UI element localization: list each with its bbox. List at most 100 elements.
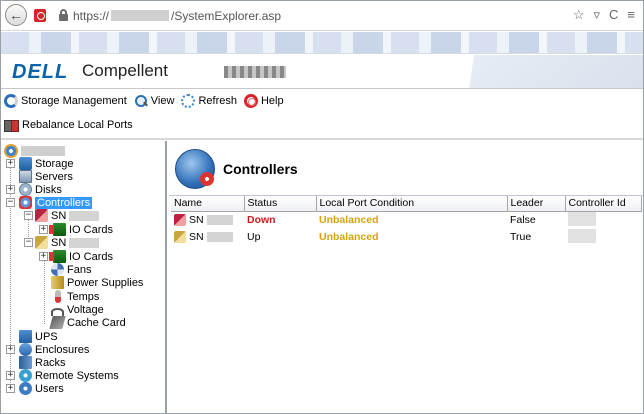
cell-controller-id — [565, 228, 641, 246]
tree-item-users[interactable]: Users — [19, 382, 64, 395]
rack-icon — [19, 356, 32, 369]
bookmarks-bar-redacted — [1, 32, 643, 54]
expand-users-icon[interactable]: + — [6, 384, 15, 393]
tree-item-label: SN — [51, 236, 67, 249]
table-row[interactable]: SN Up Unbalanced True — [171, 228, 641, 246]
tree-item-servers[interactable]: Servers — [19, 170, 73, 183]
thermometer-icon — [55, 290, 61, 303]
back-arrow-icon[interactable]: ← — [5, 4, 27, 26]
tree-item-racks[interactable]: Racks — [19, 356, 66, 369]
redacted-system-name — [224, 66, 286, 78]
banner-swoosh-secondary — [413, 55, 643, 88]
disks-icon — [19, 183, 32, 196]
tree-item-io-cards-sn2[interactable]: IO Cards — [49, 250, 113, 263]
help-label: Help — [260, 95, 284, 107]
tree-item-power-supplies[interactable]: Power Supplies — [51, 276, 143, 289]
view-label: View — [150, 95, 175, 107]
column-header-name[interactable]: Name — [171, 196, 245, 212]
tree-guide — [44, 252, 45, 324]
remote-systems-icon — [19, 369, 32, 382]
table-row[interactable]: SN Down Unbalanced False — [171, 211, 641, 229]
column-header-local-port-condition[interactable]: Local Port Condition — [316, 196, 508, 212]
tree-item-enclosures[interactable]: Enclosures — [19, 343, 89, 356]
redacted-serial — [69, 237, 100, 248]
fan-icon — [51, 263, 64, 276]
site-favicon-icon — [34, 9, 46, 22]
expand-iocards2-icon[interactable]: + — [39, 252, 48, 261]
tree-item-label: Cache Card — [67, 316, 126, 329]
tree-item-label: Remote Systems — [35, 369, 119, 382]
panel-header: Controllers — [169, 141, 643, 196]
controller-toolbar: Rebalance Local Ports — [1, 115, 643, 135]
magnifier-icon — [134, 94, 148, 108]
redacted-serial — [69, 210, 100, 221]
tree-item-voltage[interactable]: Voltage — [51, 303, 104, 316]
tree-item-temps[interactable]: Temps — [51, 290, 99, 303]
io-card-icon — [49, 223, 66, 236]
refresh-button[interactable]: Refresh — [181, 94, 237, 108]
lock-icon — [59, 9, 68, 21]
dropdown-icon[interactable]: ▿ — [593, 7, 600, 23]
page-title: Controllers — [223, 161, 298, 177]
expand-disks-icon[interactable]: + — [6, 185, 15, 194]
collapse-sn1-icon[interactable]: − — [24, 211, 33, 220]
enclosure-icon — [19, 343, 32, 356]
column-header-status[interactable]: Status — [244, 196, 317, 212]
collapse-sn2-icon[interactable]: − — [24, 238, 33, 247]
tree-item-label: Users — [35, 382, 64, 395]
cell-status: Up — [247, 231, 261, 243]
refresh-label: Refresh — [198, 95, 237, 107]
tree-item-io-cards-sn1[interactable]: IO Cards — [49, 223, 113, 236]
tree-item-remote-systems[interactable]: Remote Systems — [19, 369, 119, 382]
expand-iocards1-icon[interactable]: + — [39, 225, 48, 234]
cell-name-text: SN — [189, 231, 204, 243]
url-prefix: https:// — [73, 9, 110, 23]
redacted-serial — [206, 232, 233, 242]
address-bar-actions: ☆ ▿ C ≡ — [573, 7, 635, 23]
cell-name: SN — [171, 211, 244, 229]
expand-storage-icon[interactable]: + — [6, 159, 15, 168]
cell-controller-id — [565, 211, 641, 229]
redacted-serial — [206, 215, 233, 225]
view-button[interactable]: View — [134, 94, 175, 108]
tree-item-controller-sn2[interactable]: SN — [35, 236, 100, 249]
dell-logo: DELL — [12, 61, 69, 83]
column-header-leader[interactable]: Leader — [507, 196, 566, 212]
tree-item-label: UPS — [35, 330, 58, 343]
column-header-controller-id[interactable]: Controller Id — [565, 196, 642, 212]
tree-root[interactable] — [4, 144, 65, 158]
io-card-icon — [49, 250, 66, 263]
tree-item-label: Power Supplies — [67, 276, 144, 289]
tree-item-label: Disks — [35, 183, 62, 196]
tree-item-storage[interactable]: Storage — [19, 157, 74, 170]
cell-local-port-condition: Unbalanced — [319, 214, 379, 226]
url-field[interactable]: https:// /SystemExplorer.asp — [73, 9, 281, 23]
cell-leader: False — [510, 214, 536, 226]
collapse-controllers-icon[interactable]: − — [6, 198, 15, 207]
tree-item-label: Storage — [35, 157, 74, 170]
tree-item-fans[interactable]: Fans — [51, 263, 91, 276]
tree-item-cache-card[interactable]: Cache Card — [49, 316, 126, 329]
reload-icon[interactable]: C — [609, 7, 618, 23]
rebalance-label: Rebalance Local Ports — [22, 119, 133, 131]
star-icon[interactable]: ☆ — [573, 7, 585, 23]
tree-item-disks[interactable]: Disks — [19, 183, 62, 196]
refresh-icon — [181, 94, 196, 108]
tree-item-controller-sn1[interactable]: SN — [35, 209, 100, 222]
tree-item-label: Servers — [35, 170, 73, 183]
tree-item-label: Racks — [35, 356, 66, 369]
tree-item-ups[interactable]: UPS — [19, 330, 58, 343]
browser-window: ← https:// /SystemExplorer.asp ☆ ▿ C ≡ DE… — [0, 0, 644, 414]
controllers-table: Name Status Local Port Condition Leader … — [171, 196, 642, 246]
expand-remote-systems-icon[interactable]: + — [6, 371, 15, 380]
tree-item-label: Enclosures — [35, 343, 90, 356]
toolbar-divider — [1, 138, 643, 140]
servers-icon — [19, 170, 32, 183]
help-button[interactable]: Help — [243, 94, 284, 108]
menu-icon[interactable]: ≡ — [627, 7, 635, 23]
controller-down-icon — [174, 214, 186, 226]
rebalance-local-ports-button[interactable]: Rebalance Local Ports — [4, 118, 133, 132]
storage-management-button[interactable]: Storage Management — [4, 94, 127, 108]
tree-item-controllers[interactable]: Controllers — [19, 196, 93, 209]
expand-enclosures-icon[interactable]: + — [6, 345, 15, 354]
